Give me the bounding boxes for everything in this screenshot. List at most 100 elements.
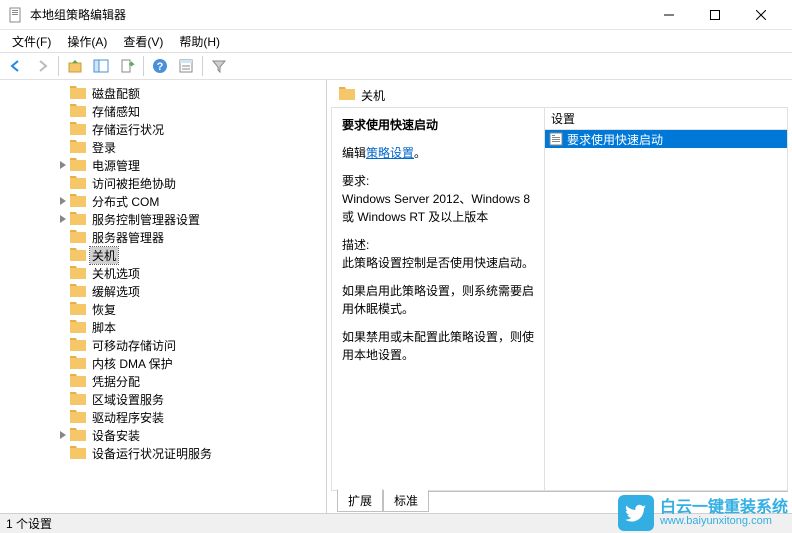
folder-icon xyxy=(70,248,86,262)
folder-icon xyxy=(70,338,86,352)
chevron-right-icon[interactable] xyxy=(56,212,70,226)
menu-view[interactable]: 查看(V) xyxy=(115,31,171,52)
window-controls xyxy=(646,0,784,30)
tree-item[interactable]: 存储感知 xyxy=(0,102,326,120)
setting-row[interactable]: 要求使用快速启动 xyxy=(545,130,787,148)
view-tabs: 扩展 标准 xyxy=(331,491,788,513)
tree-item[interactable]: 存储运行状况 xyxy=(0,120,326,138)
tree-item[interactable]: 脚本 xyxy=(0,318,326,336)
tree-item-label: 关机选项 xyxy=(90,265,142,282)
folder-icon xyxy=(70,212,86,226)
close-button[interactable] xyxy=(738,0,784,30)
tree-item-label: 驱动程序安装 xyxy=(90,409,166,426)
description-enabled: 如果启用此策略设置，则系统需要启用休眠模式。 xyxy=(342,282,534,318)
svg-text:?: ? xyxy=(157,61,164,73)
window-title: 本地组策略编辑器 xyxy=(30,6,646,23)
menu-bar: 文件(F) 操作(A) 查看(V) 帮助(H) xyxy=(0,30,792,52)
tree-item-label: 关机 xyxy=(90,247,118,264)
tree-item-label: 区域设置服务 xyxy=(90,391,166,408)
tree-item[interactable]: 凭据分配 xyxy=(0,372,326,390)
edit-policy-link[interactable]: 策略设置 xyxy=(366,146,414,160)
up-button[interactable] xyxy=(63,54,87,78)
tree-item[interactable]: 电源管理 xyxy=(0,156,326,174)
filter-button[interactable] xyxy=(207,54,231,78)
folder-icon xyxy=(70,140,86,154)
tree-item[interactable]: 磁盘配额 xyxy=(0,84,326,102)
tree-item-label: 设备运行状况证明服务 xyxy=(90,445,214,462)
tree-item[interactable]: 恢复 xyxy=(0,300,326,318)
menu-help[interactable]: 帮助(H) xyxy=(171,31,228,52)
folder-icon xyxy=(70,266,86,280)
title-bar: 本地组策略编辑器 xyxy=(0,0,792,30)
requirements-block: 要求:Windows Server 2012、Windows 8 或 Windo… xyxy=(342,172,534,226)
tree-item-label: 磁盘配额 xyxy=(90,85,142,102)
folder-icon xyxy=(70,374,86,388)
tree-item-label: 存储感知 xyxy=(90,103,142,120)
tree-item[interactable]: 设备安装 xyxy=(0,426,326,444)
tree-item[interactable]: 关机 xyxy=(0,246,326,264)
folder-icon xyxy=(70,356,86,370)
tree-item[interactable]: 服务器管理器 xyxy=(0,228,326,246)
details-header-title: 关机 xyxy=(361,87,385,104)
tree-item-label: 存储运行状况 xyxy=(90,121,166,138)
maximize-button[interactable] xyxy=(692,0,738,30)
tree-item[interactable]: 访问被拒绝协助 xyxy=(0,174,326,192)
tab-standard[interactable]: 标准 xyxy=(383,490,429,512)
main-area: 磁盘配额存储感知存储运行状况登录电源管理访问被拒绝协助分布式 COM服务控制管理… xyxy=(0,80,792,513)
folder-icon xyxy=(70,410,86,424)
menu-action[interactable]: 操作(A) xyxy=(59,31,115,52)
export-button[interactable] xyxy=(115,54,139,78)
toolbar-separator xyxy=(202,56,203,76)
setting-icon xyxy=(549,132,563,146)
help-button[interactable]: ? xyxy=(148,54,172,78)
tree-item[interactable]: 缓解选项 xyxy=(0,282,326,300)
minimize-button[interactable] xyxy=(646,0,692,30)
tree-item-label: 登录 xyxy=(90,139,118,156)
back-button[interactable] xyxy=(4,54,28,78)
app-icon xyxy=(8,7,24,23)
folder-icon xyxy=(70,230,86,244)
setting-label: 要求使用快速启动 xyxy=(567,131,663,148)
tree-item-label: 恢复 xyxy=(90,301,118,318)
forward-button[interactable] xyxy=(30,54,54,78)
status-bar: 1 个设置 xyxy=(0,513,792,533)
chevron-right-icon[interactable] xyxy=(56,158,70,172)
tree-item-label: 电源管理 xyxy=(90,157,142,174)
details-pane: 关机 要求使用快速启动 编辑策略设置。 要求:Windows Server 20… xyxy=(327,80,792,513)
tree-pane[interactable]: 磁盘配额存储感知存储运行状况登录电源管理访问被拒绝协助分布式 COM服务控制管理… xyxy=(0,80,327,513)
tab-extended[interactable]: 扩展 xyxy=(337,489,383,512)
tree-item-label: 脚本 xyxy=(90,319,118,336)
tree-item[interactable]: 分布式 COM xyxy=(0,192,326,210)
tree-item[interactable]: 登录 xyxy=(0,138,326,156)
description-disabled: 如果禁用或未配置此策略设置，则使用本地设置。 xyxy=(342,328,534,364)
chevron-right-icon[interactable] xyxy=(56,194,70,208)
tree-item[interactable]: 设备运行状况证明服务 xyxy=(0,444,326,462)
settings-column-header[interactable]: 设置 xyxy=(545,108,787,130)
folder-icon xyxy=(70,104,86,118)
tree-item-label: 设备安装 xyxy=(90,427,142,444)
policy-tree: 磁盘配额存储感知存储运行状况登录电源管理访问被拒绝协助分布式 COM服务控制管理… xyxy=(0,80,326,466)
policy-description-column: 要求使用快速启动 编辑策略设置。 要求:Windows Server 2012、… xyxy=(332,108,544,490)
folder-icon xyxy=(70,122,86,136)
chevron-right-icon[interactable] xyxy=(56,428,70,442)
tree-item[interactable]: 服务控制管理器设置 xyxy=(0,210,326,228)
tree-item-label: 缓解选项 xyxy=(90,283,142,300)
menu-file[interactable]: 文件(F) xyxy=(4,31,59,52)
folder-icon xyxy=(70,446,86,460)
folder-icon xyxy=(70,428,86,442)
show-hide-tree-button[interactable] xyxy=(89,54,113,78)
properties-button[interactable] xyxy=(174,54,198,78)
folder-icon xyxy=(70,320,86,334)
tree-item[interactable]: 区域设置服务 xyxy=(0,390,326,408)
tree-item-label: 服务器管理器 xyxy=(90,229,166,246)
tree-item[interactable]: 可移动存储访问 xyxy=(0,336,326,354)
edit-policy-line: 编辑策略设置。 xyxy=(342,144,534,162)
toolbar: ? xyxy=(0,52,792,80)
folder-icon xyxy=(339,87,355,104)
tree-item[interactable]: 关机选项 xyxy=(0,264,326,282)
settings-list-column: 设置 要求使用快速启动 xyxy=(544,108,787,490)
tree-item[interactable]: 驱动程序安装 xyxy=(0,408,326,426)
folder-icon xyxy=(70,176,86,190)
tree-item[interactable]: 内核 DMA 保护 xyxy=(0,354,326,372)
toolbar-separator xyxy=(58,56,59,76)
